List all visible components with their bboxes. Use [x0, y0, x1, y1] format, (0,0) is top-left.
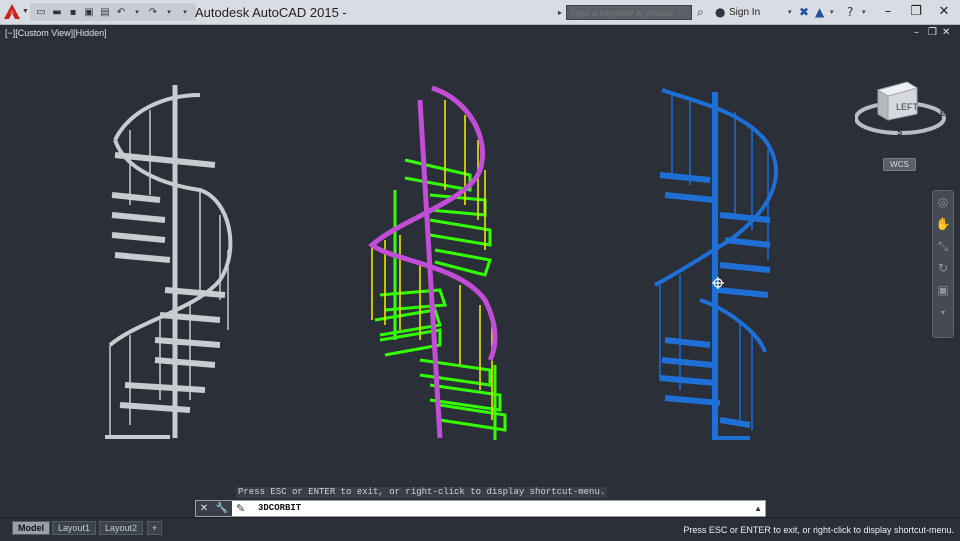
stair-models [105, 85, 778, 440]
command-history-text: Press ESC or ENTER to exit, or right-cli… [236, 487, 608, 498]
tab-layout2[interactable]: Layout2 [99, 521, 144, 535]
command-input[interactable]: 3DCORBIT [258, 503, 301, 513]
viewcube-face-label[interactable]: LEFT [896, 102, 919, 112]
tab-layout1[interactable]: Layout1 [52, 521, 97, 535]
pan-icon[interactable]: ✋ [933, 213, 953, 235]
status-message: Press ESC or ENTER to exit, or right-cli… [683, 525, 954, 535]
compass-east-label: E [940, 109, 946, 118]
zoom-icon[interactable]: ⤡ [933, 235, 953, 257]
command-prompt-icon[interactable]: ✎ [236, 502, 245, 515]
showmotion-icon[interactable]: ▣ [933, 279, 953, 301]
spiral-stair-selected[interactable] [368, 85, 507, 440]
compass-south-label: S [897, 128, 903, 137]
navigation-bar: ◎ ✋ ⤡ ↻ ▣ ▾ [932, 190, 954, 338]
steering-wheel-icon[interactable]: ◎ [933, 191, 953, 213]
status-bar: Model Layout1 Layout2 + Press ESC or ENT… [0, 517, 960, 541]
spiral-stair-hidden[interactable] [105, 85, 233, 439]
close-command-icon[interactable]: ✕ [200, 503, 208, 514]
navbar-customize-icon[interactable]: ▾ [933, 301, 953, 323]
command-line-controls: ✕ 🔧 [196, 501, 232, 516]
orbit-icon[interactable]: ↻ [933, 257, 953, 279]
add-layout-tab[interactable]: + [147, 521, 163, 535]
spiral-stair-blue[interactable] [654, 88, 778, 440]
customize-command-icon[interactable]: 🔧 [216, 503, 228, 514]
viewcube[interactable]: LEFT E S [855, 80, 951, 146]
wcs-menu[interactable]: WCS [883, 158, 916, 171]
command-history-arrow-icon[interactable]: ▲ [754, 504, 762, 513]
command-line[interactable]: ✕ 🔧 ✎ 3DCORBIT ▲ [195, 500, 766, 517]
tab-model[interactable]: Model [12, 521, 50, 535]
